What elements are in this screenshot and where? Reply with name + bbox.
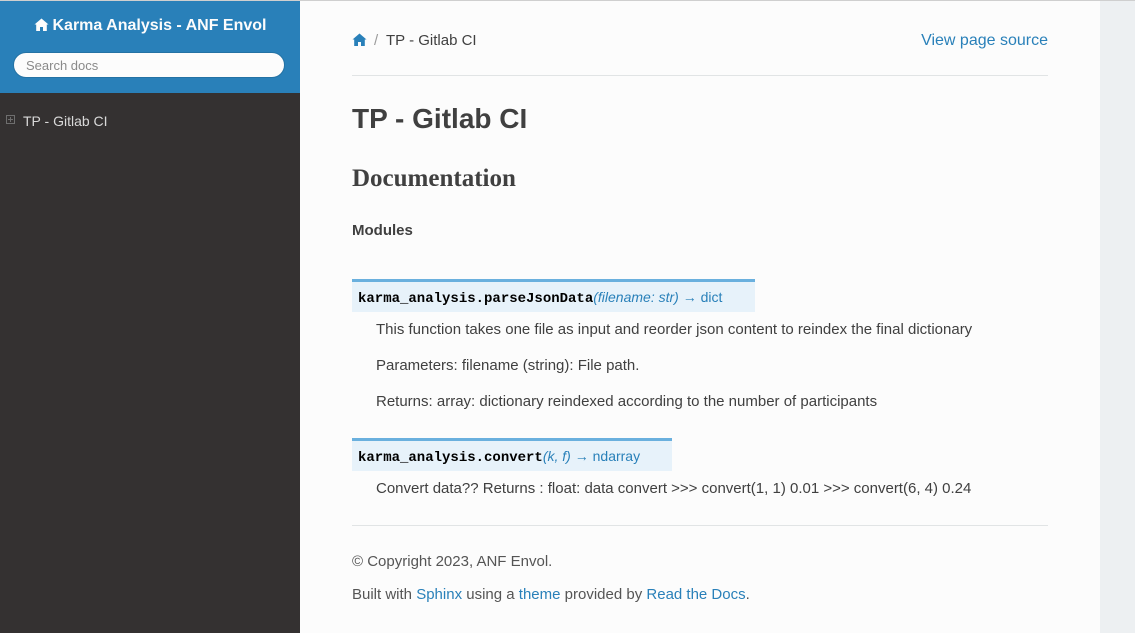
read-the-docs-link[interactable]: Read the Docs — [646, 586, 745, 603]
home-icon[interactable] — [352, 33, 367, 47]
copyright: © Copyright 2023, ANF Envol. — [352, 553, 553, 570]
expand-icon[interactable] — [6, 115, 15, 124]
sidebar-item-tp-gitlab-ci[interactable]: TP - Gitlab CI — [0, 109, 300, 133]
function-return-type: → ndarray — [570, 448, 641, 464]
theme-link[interactable]: theme — [519, 586, 561, 603]
sidebar-item-label: TP - Gitlab CI — [23, 113, 108, 129]
view-page-source-link[interactable]: View page source — [921, 31, 1048, 51]
sidebar: Karma Analysis - ANF Envol TP - Gitlab C… — [0, 1, 300, 633]
built-with-line: Built with Sphinx using a theme provided… — [352, 585, 750, 605]
function-signature: karma_analysis.convert(k, f) → ndarray — [352, 438, 672, 471]
project-title: Karma Analysis - ANF Envol — [52, 17, 267, 34]
page-title: TP - Gitlab CI — [352, 103, 528, 134]
function-returns: Returns: array: dictionary reindexed acc… — [376, 393, 878, 410]
divider — [352, 75, 1048, 76]
function-parameters: Parameters: filename (string): File path… — [376, 357, 640, 374]
divider — [352, 525, 1048, 526]
built-provided-by: provided by — [560, 586, 647, 603]
section-title: Documentation — [352, 165, 516, 192]
function-params: (filename: str) — [593, 289, 679, 305]
project-home-link[interactable]: Karma Analysis - ANF Envol — [0, 16, 300, 36]
search-input[interactable] — [13, 52, 285, 78]
sidebar-header: Karma Analysis - ANF Envol — [0, 1, 300, 93]
function-name: karma_analysis.convert — [358, 450, 543, 466]
function-name: karma_analysis.parseJsonData — [358, 291, 594, 307]
function-return-type: → dict — [678, 289, 723, 305]
function-description: This function takes one file as input an… — [376, 321, 973, 338]
built-using: using a — [462, 586, 519, 603]
right-gutter — [1100, 1, 1135, 633]
breadcrumb-separator: / — [374, 32, 379, 49]
subsection-title: Modules — [352, 222, 413, 239]
sphinx-link[interactable]: Sphinx — [416, 586, 462, 603]
function-signature: karma_analysis.parseJsonData(filename: s… — [352, 279, 755, 312]
built-period: . — [745, 586, 750, 603]
function-params: (k, f) — [542, 448, 571, 464]
breadcrumb: / TP - Gitlab CI View page source — [352, 31, 1048, 51]
home-icon — [34, 18, 48, 31]
built-prefix: Built with — [352, 586, 417, 603]
breadcrumb-current: TP - Gitlab CI — [386, 32, 477, 49]
main-content: / TP - Gitlab CI View page source TP - G… — [300, 1, 1100, 633]
function-description: Convert data?? Returns : float: data con… — [376, 480, 972, 497]
